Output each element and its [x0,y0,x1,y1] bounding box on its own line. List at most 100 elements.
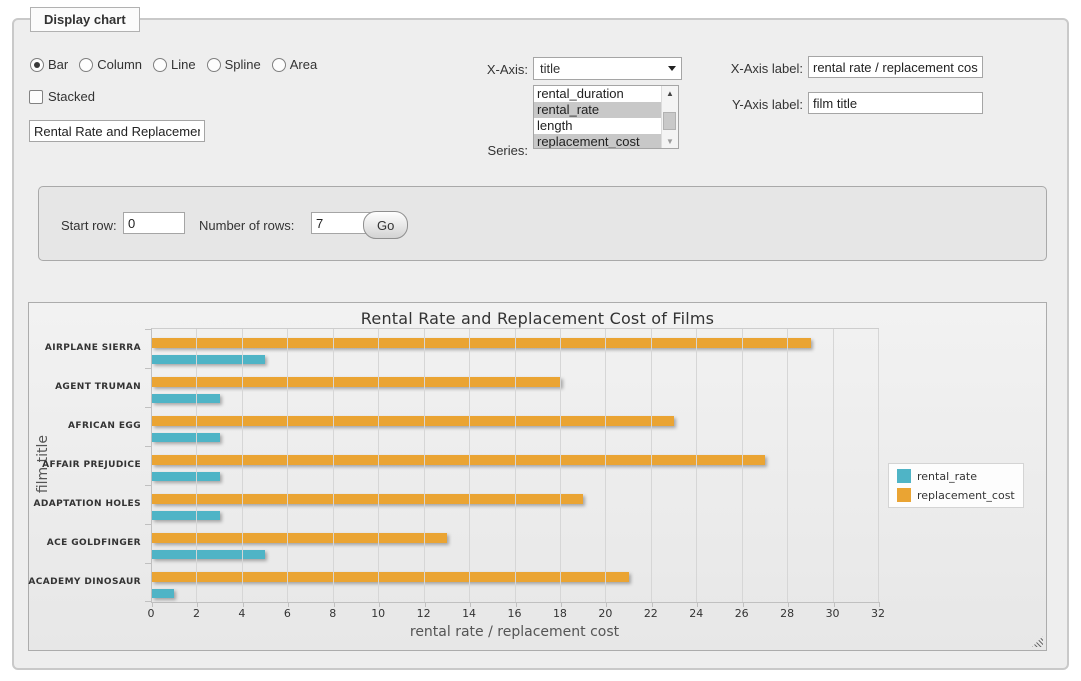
series-listbox[interactable]: rental_durationrental_ratelengthreplacem… [533,85,679,149]
category-band [152,446,879,485]
x-tick-label: 30 [826,607,840,620]
bar-rental_rate[interactable] [152,589,174,598]
x-tick-label: 6 [284,607,291,620]
bar-rental_rate[interactable] [152,472,220,481]
chart-title-input[interactable] [29,120,205,142]
x-tick-label: 12 [417,607,431,620]
bar-replacement_cost[interactable] [152,455,765,465]
bar-rental_rate[interactable] [152,550,265,559]
bars-layer [152,329,879,602]
gridline [651,329,652,602]
bar-replacement_cost[interactable] [152,572,629,582]
start-row-input[interactable] [123,212,185,234]
gridline [287,329,288,602]
series-scrollbar[interactable]: ▲ ▼ [661,86,678,148]
gridline [469,329,470,602]
y-axis-label-input[interactable] [808,92,983,114]
x-tick-label: 22 [644,607,658,620]
bar-replacement_cost[interactable] [152,338,811,348]
scroll-up-icon[interactable]: ▲ [662,86,678,100]
y-tick-mark [145,329,151,330]
category-labels: AIRPLANE SIERRAAGENT TRUMANAFRICAN EGGAF… [29,328,141,601]
x-tick-label: 2 [193,607,200,620]
x-axis-field-label: X-Axis label: [705,61,803,76]
x-tick-label: 26 [735,607,749,620]
radio-icon [272,58,286,72]
number-of-rows-label: Number of rows: [199,218,294,233]
chart-type-option-column[interactable]: Column [79,57,142,72]
x-axis-select-label: X-Axis: [440,62,528,77]
category-band [152,407,879,446]
y-tick-mark [145,485,151,486]
legend-swatch [897,488,911,502]
x-tick-label: 10 [371,607,385,620]
series-select-label: Series: [440,143,528,158]
x-tick-label: 20 [598,607,612,620]
category-band [152,524,879,563]
chart-type-option-label: Spline [225,57,261,72]
legend-item-replacement_cost[interactable]: replacement_cost [897,488,1015,502]
x-tick-label: 8 [329,607,336,620]
bar-rental_rate[interactable] [152,433,220,442]
x-tick-labels: 02468101214161820222426283032 [151,607,878,621]
category-label: AIRPLANE SIERRA [29,328,141,367]
y-axis-field-label: Y-Axis label: [705,97,803,112]
gridline [242,329,243,602]
x-axis-selected-value: title [540,61,560,76]
x-axis-title: rental rate / replacement cost [151,624,878,640]
bar-rental_rate[interactable] [152,511,220,520]
series-option-rental_rate[interactable]: rental_rate [534,102,661,118]
category-band [152,329,879,368]
category-band [152,563,879,602]
gridline [196,329,197,602]
bar-rental_rate[interactable] [152,355,265,364]
go-button[interactable]: Go [363,211,408,239]
bar-replacement_cost[interactable] [152,377,561,387]
fieldset-legend: Display chart [30,7,140,32]
chart-type-option-spline[interactable]: Spline [207,57,261,72]
chart-type-option-line[interactable]: Line [153,57,196,72]
plot-area [151,328,879,603]
chart-type-option-bar[interactable]: Bar [30,57,68,72]
x-tick-label: 18 [553,607,567,620]
chart-type-option-label: Bar [48,57,68,72]
stacked-label: Stacked [48,89,95,104]
chart-type-option-label: Line [171,57,196,72]
scrollbar-thumb[interactable] [663,112,676,130]
chart-container: Rental Rate and Replacement Cost of Film… [28,302,1047,651]
x-tick-label: 14 [462,607,476,620]
legend-item-rental_rate[interactable]: rental_rate [897,469,1015,483]
bar-rental_rate[interactable] [152,394,220,403]
bar-replacement_cost[interactable] [152,494,583,504]
gridline [605,329,606,602]
gridline [333,329,334,602]
series-option-length[interactable]: length [534,118,661,134]
legend-label: rental_rate [917,470,977,483]
gridline [742,329,743,602]
gridline [515,329,516,602]
legend-label: replacement_cost [917,489,1015,502]
x-tick-label: 28 [780,607,794,620]
category-label: AFRICAN EGG [29,406,141,445]
gridline [833,329,834,602]
x-tick-label: 32 [871,607,885,620]
x-axis-select[interactable]: title [533,57,682,80]
scroll-down-icon[interactable]: ▼ [662,134,678,148]
x-axis-label-input[interactable] [808,56,983,78]
chart-type-option-label: Column [97,57,142,72]
x-tick-label: 16 [508,607,522,620]
stacked-checkbox[interactable] [29,90,43,104]
y-tick-mark [145,524,151,525]
resize-grip-icon[interactable] [1032,636,1043,647]
series-option-replacement_cost[interactable]: replacement_cost [534,134,661,148]
category-band [152,368,879,407]
series-option-rental_duration[interactable]: rental_duration [534,86,661,102]
y-tick-mark [145,601,151,602]
category-label: AFFAIR PREJUDICE [29,445,141,484]
chart-type-option-area[interactable]: Area [272,57,317,72]
radio-icon [30,58,44,72]
bar-replacement_cost[interactable] [152,416,674,426]
x-tick-label: 0 [148,607,155,620]
stacked-checkbox-row[interactable]: Stacked [29,89,95,104]
gridline [424,329,425,602]
